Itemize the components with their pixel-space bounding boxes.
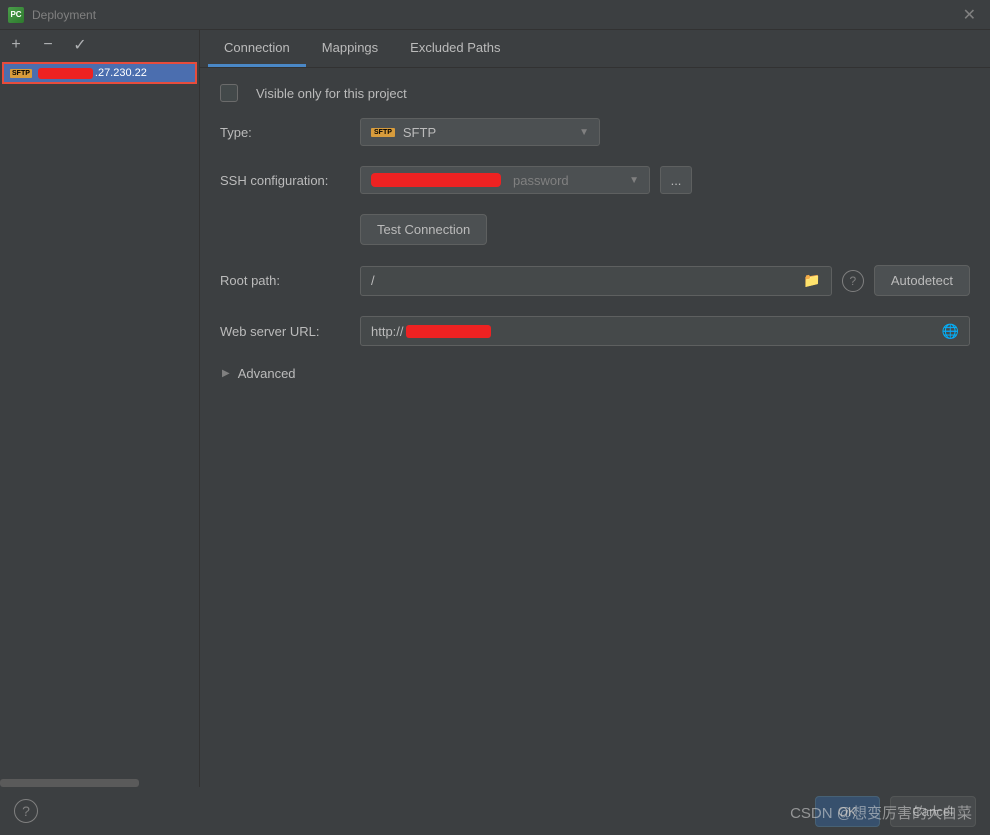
ok-button[interactable]: OK (815, 796, 880, 827)
sftp-icon: SFTP (10, 69, 32, 78)
type-row: Type: SFTP SFTP ▼ (220, 118, 970, 146)
autodetect-button[interactable]: Autodetect (874, 265, 970, 296)
sidebar-toolbar: + − ✓ (0, 30, 199, 60)
app-icon: PC (8, 7, 24, 23)
form-area: Visible only for this project Type: SFTP… (200, 68, 990, 787)
close-icon[interactable]: ✕ (957, 3, 982, 27)
window-title: Deployment (32, 8, 957, 22)
chevron-right-icon: ▶ (222, 368, 230, 379)
server-label: .27.230.22 (38, 67, 147, 79)
tab-excluded-paths[interactable]: Excluded Paths (394, 30, 516, 67)
visible-only-label[interactable]: Visible only for this project (256, 86, 407, 101)
root-path-label: Root path: (220, 273, 350, 288)
root-path-value: / (371, 273, 803, 288)
web-url-row: Web server URL: http:// 🌐 (220, 316, 970, 346)
chevron-down-icon: ▼ (579, 127, 589, 138)
tab-mappings[interactable]: Mappings (306, 30, 394, 67)
visible-only-row: Visible only for this project (220, 84, 970, 102)
advanced-section[interactable]: ▶ Advanced (220, 366, 970, 381)
ssh-row: SSH configuration: password ▼ ... (220, 166, 970, 194)
chevron-down-icon: ▼ (629, 175, 639, 186)
folder-icon[interactable]: 📁 (803, 272, 820, 289)
redacted-url (406, 325, 491, 338)
sidebar-scrollbar[interactable] (0, 779, 199, 787)
main-layout: + − ✓ SFTP .27.230.22 Connection Mapping… (0, 30, 990, 787)
ssh-dropdown[interactable]: password ▼ (360, 166, 650, 194)
test-connection-row: Test Connection (220, 214, 970, 245)
tabs: Connection Mappings Excluded Paths (200, 30, 990, 68)
cancel-button[interactable]: Cancel (890, 796, 976, 827)
type-label: Type: (220, 125, 350, 140)
web-url-input[interactable]: http:// 🌐 (360, 316, 970, 346)
scrollbar-thumb[interactable] (0, 779, 139, 787)
ssh-browse-button[interactable]: ... (660, 166, 692, 194)
help-icon[interactable]: ? (842, 270, 864, 292)
sftp-type-icon: SFTP (371, 128, 395, 137)
content: Connection Mappings Excluded Paths Visib… (200, 30, 990, 787)
add-button[interactable]: + (6, 36, 26, 54)
root-path-input[interactable]: / 📁 (360, 266, 832, 296)
advanced-label: Advanced (238, 366, 296, 381)
web-url-label: Web server URL: (220, 324, 350, 339)
sidebar: + − ✓ SFTP .27.230.22 (0, 30, 200, 787)
remove-button[interactable]: − (38, 36, 58, 54)
ssh-password-hint: password (513, 173, 569, 188)
footer: ? OK Cancel (0, 787, 990, 835)
tab-connection[interactable]: Connection (208, 30, 306, 67)
ssh-label: SSH configuration: (220, 173, 350, 188)
web-url-value: http:// (371, 324, 942, 339)
visible-only-checkbox[interactable] (220, 84, 238, 102)
root-path-row: Root path: / 📁 ? Autodetect (220, 265, 970, 296)
test-connection-button[interactable]: Test Connection (360, 214, 487, 245)
server-item[interactable]: SFTP .27.230.22 (2, 62, 197, 84)
redacted-ssh (371, 173, 501, 187)
globe-icon[interactable]: 🌐 (942, 323, 959, 340)
redacted-text (38, 68, 93, 79)
footer-help-icon[interactable]: ? (14, 799, 38, 823)
titlebar: PC Deployment ✕ (0, 0, 990, 30)
apply-button[interactable]: ✓ (70, 35, 90, 55)
type-value: SFTP (403, 125, 436, 140)
server-list: SFTP .27.230.22 (0, 60, 199, 779)
type-dropdown[interactable]: SFTP SFTP ▼ (360, 118, 600, 146)
